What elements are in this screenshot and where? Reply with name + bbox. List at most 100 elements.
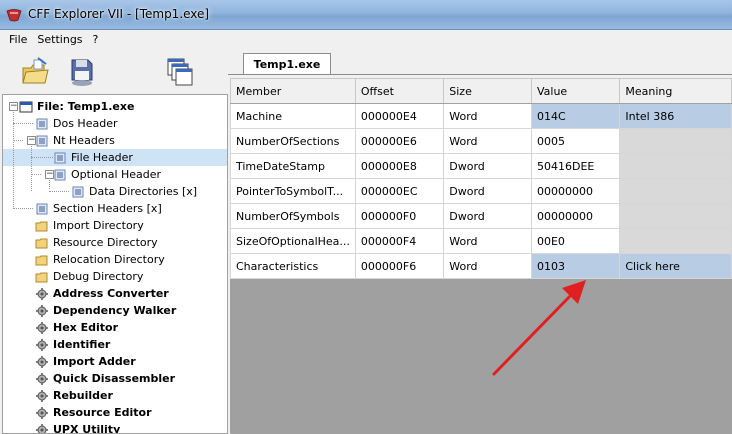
tree-item-address-converter[interactable]: Address Converter <box>35 285 171 302</box>
cell-meaning-click-here[interactable]: Click here <box>619 253 732 279</box>
tab-divider <box>228 74 732 75</box>
tool-gear-icon <box>36 355 48 368</box>
tree-item-debug-directory[interactable]: Debug Directory <box>35 268 145 285</box>
cell-value[interactable]: 00000000 <box>530 178 621 204</box>
red-arrow-annotation <box>492 280 586 376</box>
tool-gear-icon <box>36 321 48 334</box>
tree-item-label: File: Temp1.exe <box>37 100 135 113</box>
tree-item-dependency-walker[interactable]: Dependency Walker <box>35 302 178 319</box>
file-header-grid-area: Member Offset Size Value Meaning Machine… <box>230 78 732 434</box>
column-header-meaning[interactable]: Meaning <box>619 78 732 104</box>
tree-item-label: Debug Directory <box>53 270 144 283</box>
cell-value[interactable]: 50416DEE <box>530 153 621 179</box>
table-row[interactable]: TimeDateStamp 000000E8 Dword 50416DEE <box>230 153 732 179</box>
menu-file[interactable]: File <box>4 30 32 50</box>
tree-item-label: Nt Headers <box>53 134 115 147</box>
file-header-table: Member Offset Size Value Meaning Machine… <box>230 78 732 279</box>
open-file-button[interactable] <box>20 56 50 88</box>
tree-item-rebuilder[interactable]: Rebuilder <box>35 387 115 404</box>
tree-item-label: Import Directory <box>53 219 144 232</box>
tree-item-label: File Header <box>69 151 135 164</box>
cell-offset: 000000F4 <box>354 228 445 254</box>
tree-item-label: Address Converter <box>53 287 169 300</box>
tree-line <box>31 174 41 175</box>
cell-size: Word <box>443 128 532 154</box>
cell-value[interactable]: 0005 <box>530 128 621 154</box>
cell-value[interactable]: 00000000 <box>530 203 621 229</box>
tree-item-resource-directory[interactable]: Resource Directory <box>35 234 160 251</box>
cell-offset: 000000E4 <box>354 103 445 129</box>
header-node-icon <box>36 135 48 146</box>
cell-value[interactable]: 014C <box>530 103 621 129</box>
tree-item-dos-header[interactable]: Dos Header <box>35 115 119 132</box>
cell-member: TimeDateStamp <box>230 153 356 179</box>
tree-item-label: Rebuilder <box>53 389 113 402</box>
tree-item-upx-utility[interactable]: UPX Utility <box>35 421 122 433</box>
tree-item-label: Optional Header <box>71 168 162 181</box>
cell-member: NumberOfSymbols <box>230 203 356 229</box>
open-folder-icon <box>22 57 49 84</box>
cell-offset: 000000E6 <box>354 128 445 154</box>
cell-value[interactable]: 00E0 <box>530 228 621 254</box>
root-expander[interactable]: − <box>9 102 18 111</box>
cell-meaning <box>619 178 732 204</box>
cell-meaning <box>619 203 732 229</box>
tool-gear-icon <box>36 287 48 300</box>
tree-line <box>13 123 33 124</box>
cell-meaning[interactable]: Intel 386 <box>619 103 732 129</box>
windows-button[interactable] <box>164 56 194 88</box>
window-title: CFF Explorer VII - [Temp1.exe] <box>28 7 210 21</box>
cell-member: Machine <box>230 103 356 129</box>
cff-explorer-window: { "window": { "title": "CFF Explorer VII… <box>0 0 732 434</box>
cell-member: SizeOfOptionalHea... <box>230 228 356 254</box>
tree-item-hex-editor[interactable]: Hex Editor <box>35 319 120 336</box>
tree-item-identifier[interactable]: Identifier <box>35 336 112 353</box>
menu-help[interactable]: ? <box>88 30 104 50</box>
folder-icon <box>35 272 48 282</box>
tree-item-label: Resource Directory <box>53 236 158 249</box>
header-node-icon <box>72 186 84 197</box>
tree-line <box>13 140 23 141</box>
column-header-value[interactable]: Value <box>530 78 621 104</box>
tree-item-quick-disassembler[interactable]: Quick Disassembler <box>35 370 177 387</box>
table-row[interactable]: NumberOfSymbols 000000F0 Dword 00000000 <box>230 203 732 229</box>
tree-item-label: Dos Header <box>53 117 118 130</box>
tree-item-data-directories[interactable]: Data Directories [x] <box>71 183 199 200</box>
tree-line <box>49 191 69 192</box>
folder-icon <box>35 221 48 231</box>
tab-strip: Temp1.exe <box>228 50 732 75</box>
column-header-offset[interactable]: Offset <box>354 78 445 104</box>
tree-item-label: Identifier <box>53 338 111 351</box>
save-file-button[interactable] <box>66 56 96 88</box>
cell-member: NumberOfSections <box>230 128 356 154</box>
tree-item-import-adder[interactable]: Import Adder <box>35 353 138 370</box>
table-row[interactable]: SizeOfOptionalHea... 000000F4 Word 00E0 <box>230 228 732 254</box>
cell-member: PointerToSymbolT... <box>230 178 356 204</box>
tool-gear-icon <box>36 389 48 402</box>
cell-size: Word <box>443 103 532 129</box>
tree-item-file-header[interactable]: File Header <box>53 149 135 166</box>
cell-offset: 000000EC <box>354 178 445 204</box>
tree-item-section-headers[interactable]: Section Headers [x] <box>35 200 164 217</box>
tree-item-root[interactable]: File: Temp1.exe <box>19 98 136 115</box>
column-header-member[interactable]: Member <box>230 78 356 104</box>
tree-item-label: Quick Disassembler <box>53 372 176 385</box>
cell-size: Dword <box>443 153 532 179</box>
table-row[interactable]: Machine 000000E4 Word 014C Intel 386 <box>230 103 732 129</box>
menu-settings[interactable]: Settings <box>32 30 87 50</box>
table-row[interactable]: NumberOfSections 000000E6 Word 0005 <box>230 128 732 154</box>
cell-offset: 000000E8 <box>354 153 445 179</box>
tree-item-label: Data Directories [x] <box>89 185 198 198</box>
tab-temp1-exe[interactable]: Temp1.exe <box>243 53 331 75</box>
cascade-windows-icon <box>167 58 193 86</box>
tree-item-nt-headers[interactable]: Nt Headers <box>35 132 117 149</box>
app-icon <box>6 9 22 22</box>
tool-gear-icon <box>36 338 48 351</box>
table-row[interactable]: PointerToSymbolT... 000000EC Dword 00000… <box>230 178 732 204</box>
column-header-size[interactable]: Size <box>443 78 532 104</box>
structure-tree[interactable]: − − − File: Temp1.exe Dos Header Nt Head… <box>2 94 228 434</box>
tree-item-relocation-directory[interactable]: Relocation Directory <box>35 251 167 268</box>
tree-item-optional-header[interactable]: Optional Header <box>53 166 163 183</box>
tree-item-resource-editor[interactable]: Resource Editor <box>35 404 154 421</box>
tree-item-import-directory[interactable]: Import Directory <box>35 217 146 234</box>
